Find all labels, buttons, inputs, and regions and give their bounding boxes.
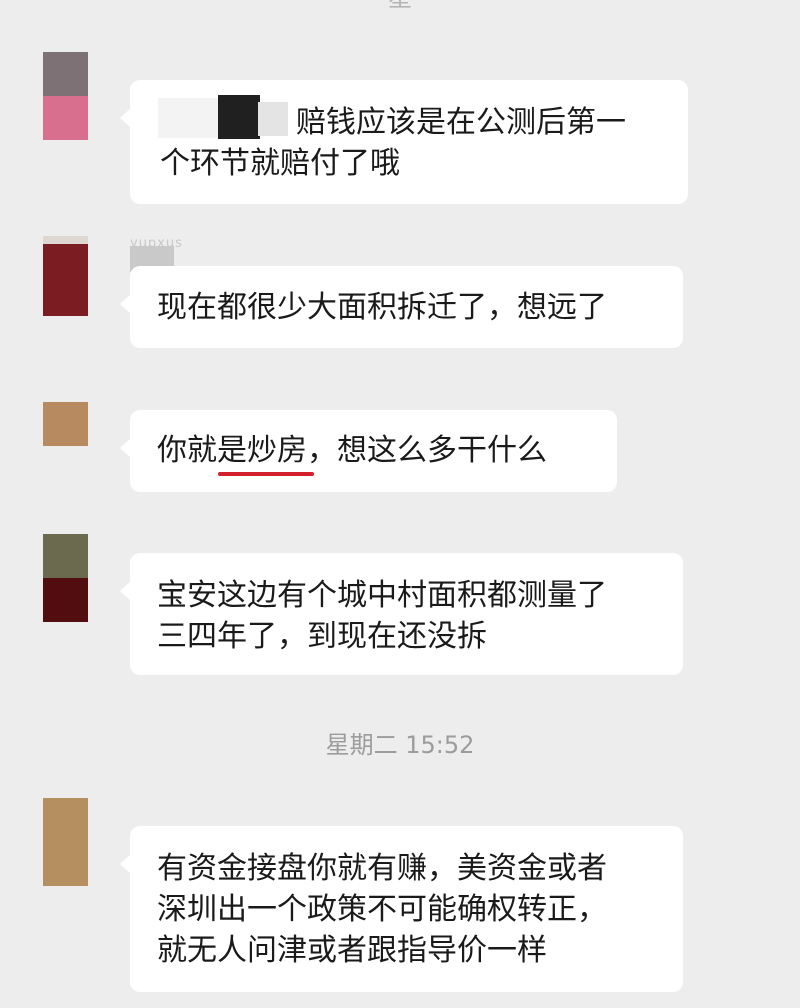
avatar[interactable]: [43, 236, 88, 316]
previous-timestamp: 星: [0, 0, 800, 13]
message-text-line: 三四年了，到现在还没拆: [157, 619, 487, 654]
redacted-text: [258, 102, 288, 136]
message-text-line: 个环节就赔付了哦: [160, 146, 400, 181]
avatar[interactable]: [43, 52, 88, 140]
avatar[interactable]: [43, 798, 88, 886]
avatar[interactable]: [43, 402, 88, 446]
message-bubble[interactable]: 宝安这边有个城中村面积都测量了 三四年了，到现在还没拆: [120, 553, 683, 675]
chat-timestamp: 星期二 15:52: [325, 731, 475, 759]
message-bubble[interactable]: 赔钱应该是在公测后第一 个环节就赔付了哦: [120, 80, 688, 204]
message-text-line: 有资金接盘你就有赚，美资金或者: [157, 851, 607, 886]
message-text-line: 就无人问津或者跟指导价一样: [157, 933, 547, 968]
highlight-underline: [218, 472, 314, 476]
message-text-line: 深圳出一个政策不可能确权转正，: [157, 892, 607, 927]
redacted-text: [218, 95, 260, 139]
message-bubble[interactable]: 现在都很少大面积拆迁了，想远了: [120, 266, 683, 348]
message-text-line: 你就是炒房，想这么多干什么: [157, 433, 547, 468]
message-text-line: 赔钱应该是在公测后第一: [296, 105, 626, 140]
avatar[interactable]: [43, 534, 88, 622]
message-text-line: 现在都很少大面积拆迁了，想远了: [157, 290, 607, 325]
message-text-line: 宝安这边有个城中村面积都测量了: [157, 578, 607, 613]
message-bubble[interactable]: 你就是炒房，想这么多干什么: [120, 410, 617, 492]
message-bubble[interactable]: 有资金接盘你就有赚，美资金或者 深圳出一个政策不可能确权转正， 就无人问津或者跟…: [120, 826, 683, 992]
